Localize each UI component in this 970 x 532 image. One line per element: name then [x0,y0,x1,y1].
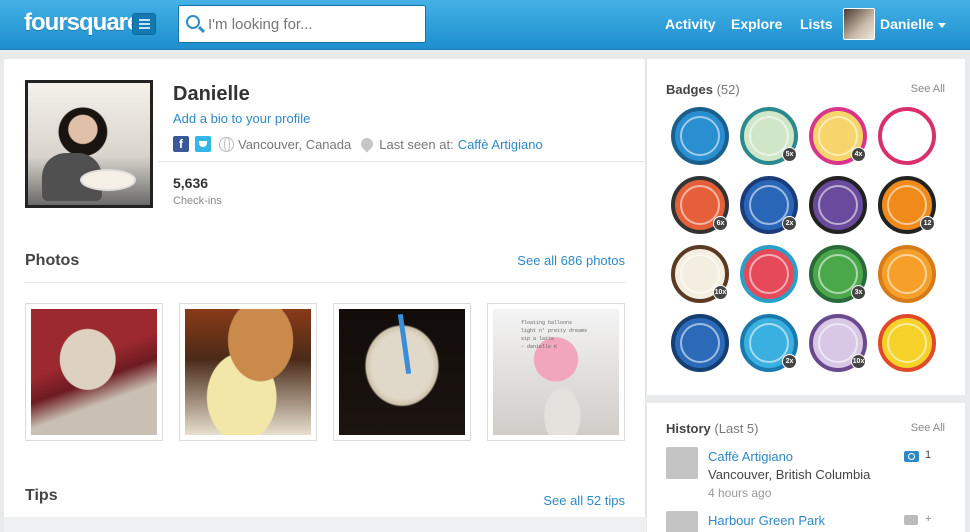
divider [157,161,646,162]
checkins-label: Check-ins [173,195,222,207]
comment-icon[interactable] [904,515,918,525]
badge-count: 6x [713,216,728,231]
checkins-count[interactable]: 5,636 [173,175,208,191]
divider [25,282,625,283]
camera-icon[interactable] [904,451,919,462]
top-bar: foursquare Activity Explore Lists Daniel… [0,0,970,50]
chevron-down-icon [937,22,946,28]
badge-count: 10x [851,354,866,369]
badge-count: 2x [782,354,797,369]
user-avatar[interactable] [843,8,875,40]
runner-badge[interactable] [671,314,729,372]
last-seen-label: Last seen at: [379,136,454,152]
history-comment-add[interactable]: + [925,513,931,525]
backpack-badge[interactable] [878,245,936,303]
main-panel: Danielle Add a bio to your profile f Van… [4,59,646,532]
coffee-category-icon [666,447,698,479]
nav-lists[interactable]: Lists [800,16,833,32]
photos-heading: Photos [25,252,80,269]
badge-count: 3x [851,285,866,300]
last-seen-venue-link[interactable]: Caffè Artigiano [458,137,543,152]
badge-count: 4x [851,147,866,162]
badge-count: 5x [782,147,797,162]
see-all-history-link[interactable]: See All [911,422,945,434]
globe-badge[interactable] [671,107,729,165]
profile-photo[interactable] [25,80,153,208]
history-venue-link[interactable]: Harbour Green Park [708,513,825,528]
search-input[interactable] [208,13,418,35]
facebook-icon[interactable]: f [173,136,189,152]
divider [4,517,646,532]
divider [647,395,965,403]
see-all-badges-link[interactable]: See All [911,83,945,95]
camera-badge[interactable] [740,245,798,303]
location-pin-icon [358,135,376,153]
sombrero-badge[interactable] [878,314,936,372]
nav-explore[interactable]: Explore [731,16,782,32]
menu-button[interactable] [132,13,156,35]
badge-count: 10x [713,285,728,300]
user-menu[interactable]: Danielle [880,16,946,32]
photo-thumb[interactable] [25,303,163,441]
badge-count: 2x [782,216,797,231]
badges-heading: Badges (52) [666,82,740,97]
sidebar: Badges (52) See All 5x 4x 6x 2x 12 10x 3x 2x 10x… [647,59,965,532]
history-time: 4 hours ago [708,486,772,500]
globe-icon [219,136,234,152]
profile-meta: f Vancouver, Canada Last seen at: Caffè … [173,135,543,153]
photo-caption-line: - danielle K [521,344,558,350]
search-box [178,5,426,43]
nav-activity[interactable]: Activity [665,16,716,32]
see-all-photos-link[interactable]: See all 686 photos [474,253,625,268]
photo-thumb[interactable] [179,303,317,441]
add-bio-link[interactable]: Add a bio to your profile [173,111,310,126]
profile-location: Vancouver, Canada [238,136,352,152]
history-location: Vancouver, British Columbia [708,467,871,482]
foursquare-logo[interactable]: foursquare [24,9,140,37]
photo-caption-line: floating balloons [521,320,573,326]
twitter-icon[interactable] [195,136,211,152]
clock-badge[interactable] [809,176,867,234]
photo-thumb[interactable]: floating balloons light n' pretty dreams… [487,303,625,441]
tips-heading: Tips [25,487,58,504]
badge-count: 12 [920,216,935,231]
search-icon[interactable] [186,15,200,29]
see-all-tips-link[interactable]: See all 52 tips [474,493,625,508]
park-category-icon [666,511,698,532]
sneaker-badge[interactable] [878,107,936,165]
history-venue-link[interactable]: Caffè Artigiano [708,449,793,464]
photo-caption-line: light n' pretty dreams [521,328,588,334]
photo-caption-line: sip a latte [521,336,555,342]
photo-thumb[interactable] [333,303,471,441]
history-photo-count: 1 [925,449,932,461]
user-name: Danielle [880,16,934,32]
profile-name: Danielle [173,83,250,105]
history-heading: History (Last 5) [666,421,759,436]
